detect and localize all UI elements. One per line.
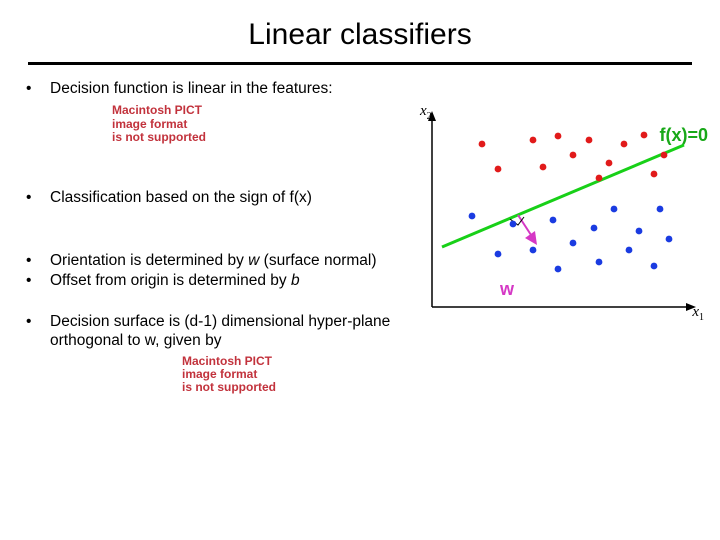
pict-error-block: Macintosh PICT image format is not suppo…: [112, 104, 392, 144]
w-label: w: [500, 279, 514, 300]
pict-error-line: Macintosh PICT: [112, 104, 392, 117]
w-arrowhead-icon: [525, 231, 537, 245]
figure-column: x2 f(x)=0: [402, 79, 702, 394]
pict-error-block: Macintosh PICT image format is not suppo…: [182, 355, 392, 395]
bullet-list: • Classification based on the sign of f(…: [22, 188, 392, 207]
x-axis-label: x1: [692, 304, 704, 323]
bullet-dot: •: [22, 79, 50, 98]
bullet-item: • Classification based on the sign of f(…: [22, 188, 392, 207]
bullet-text: Decision surface is (d-1) dimensional hy…: [50, 312, 392, 351]
content-area: • Decision function is linear in the fea…: [0, 79, 720, 394]
bullet-dot: •: [22, 251, 50, 270]
y-axis-arrow-icon: [428, 111, 436, 121]
bullet-item: • Orientation is determined by w (surfac…: [22, 251, 392, 270]
bullet-text: Classification based on the sign of f(x): [50, 188, 392, 207]
bullet-dot: •: [22, 188, 50, 207]
pict-error-line: is not supported: [182, 381, 392, 394]
title-underline: [28, 62, 692, 65]
bullet-list: • Decision function is linear in the fea…: [22, 79, 392, 98]
scatter-plot: x2 f(x)=0: [402, 107, 702, 337]
bullet-dot: •: [22, 312, 50, 351]
bullet-dot: •: [22, 271, 50, 290]
slide-title: Linear classifiers: [0, 0, 720, 62]
plot-svg: [402, 107, 702, 337]
bullet-list: • Decision surface is (d-1) dimensional …: [22, 312, 392, 351]
bullet-item: • Offset from origin is determined by b: [22, 271, 392, 290]
bullet-column: • Decision function is linear in the fea…: [22, 79, 402, 394]
bullet-item: • Decision function is linear in the fea…: [22, 79, 392, 98]
w-var: w: [248, 252, 259, 269]
b-var: b: [291, 272, 300, 289]
bullet-item: • Decision surface is (d-1) dimensional …: [22, 312, 392, 351]
bullet-text: Decision function is linear in the featu…: [50, 79, 392, 98]
bullet-list: • Orientation is determined by w (surfac…: [22, 251, 392, 290]
pict-error-line: is not supported: [112, 131, 392, 144]
blue-class-points: [469, 206, 673, 273]
decision-line: [442, 145, 684, 247]
red-class-points: [479, 132, 668, 182]
bullet-text: Orientation is determined by w (surface …: [50, 251, 392, 270]
bullet-text: Offset from origin is determined by b: [50, 271, 392, 290]
pict-error-line: image format: [112, 118, 392, 131]
